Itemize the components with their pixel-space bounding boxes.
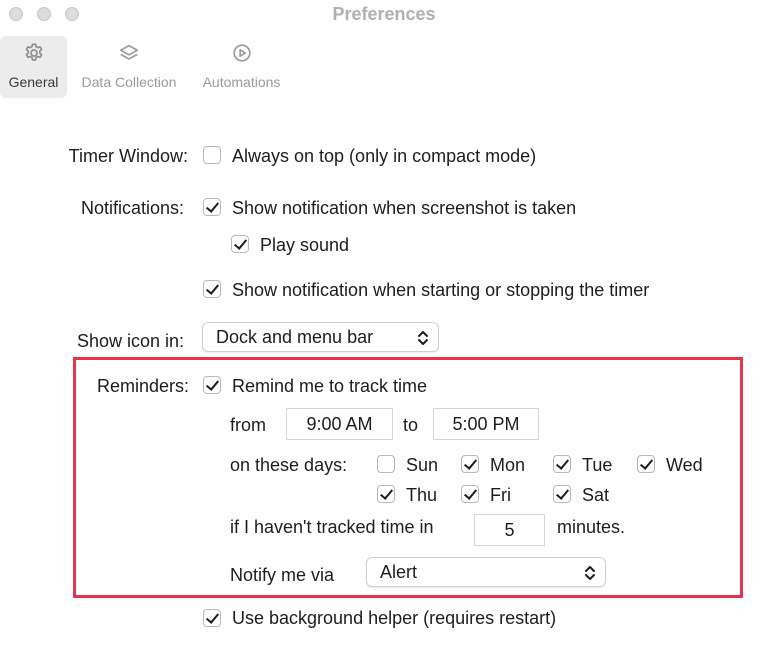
day-label-tue: Tue (582, 455, 613, 475)
preferences-window: Preferences General Data Collection Auto… (0, 0, 768, 669)
notify-via-value: Alert (380, 562, 418, 582)
days-label: on these days: (230, 455, 348, 475)
gear-icon (25, 43, 42, 61)
play-circle-icon (232, 44, 251, 62)
timer-notification-label: Show notification when starting or stopp… (232, 280, 650, 300)
layers-icon (119, 44, 139, 60)
to-time-field[interactable]: 5:00 PM (433, 408, 539, 440)
show-icon-value: Dock and menu bar (216, 327, 374, 347)
day-checkbox-wed[interactable] (637, 455, 655, 473)
play-sound-label: Play sound (260, 235, 350, 255)
always-on-top-label: Always on top (only in compact mode) (232, 146, 537, 166)
tab-general-label: General (8, 74, 59, 90)
tab-automations-label: Automations (202, 74, 281, 90)
idle-time-label: if I haven't tracked time in (230, 517, 434, 537)
day-checkbox-sat[interactable] (553, 485, 571, 503)
notifications-label: Notifications: (80, 198, 184, 218)
day-label-wed: Wed (666, 455, 703, 475)
tab-data-collection-label: Data Collection (81, 74, 177, 90)
day-checkbox-thu[interactable] (377, 485, 395, 503)
from-time-field[interactable]: 9:00 AM (286, 408, 393, 440)
screenshot-notification-checkbox[interactable] (203, 198, 221, 216)
reminders-label: Reminders: (96, 376, 189, 396)
timer-notification-checkbox[interactable] (203, 280, 221, 298)
day-checkbox-fri[interactable] (461, 485, 479, 503)
background-helper-checkbox[interactable] (203, 609, 221, 627)
idle-minutes-field[interactable]: 5 (474, 514, 545, 546)
day-label-thu: Thu (406, 485, 438, 505)
play-sound-checkbox[interactable] (231, 235, 249, 253)
to-label: to (403, 415, 419, 435)
day-label-fri: Fri (490, 485, 511, 505)
window-title: Preferences (332, 4, 436, 24)
screenshot-notification-label: Show notification when screenshot is tak… (232, 198, 577, 218)
timer-window-label: Timer Window: (68, 146, 188, 166)
tab-automations[interactable]: Automations (192, 36, 291, 98)
day-label-mon: Mon (490, 455, 526, 475)
show-icon-popup[interactable]: Dock and menu bar (202, 322, 439, 352)
idle-minutes-unit: minutes. (557, 517, 626, 537)
title-bar: Preferences (0, 0, 768, 30)
remind-me-checkbox[interactable] (203, 376, 221, 394)
background-helper-label: Use background helper (requires restart) (232, 608, 557, 628)
day-checkbox-mon[interactable] (461, 455, 479, 473)
day-checkbox-tue[interactable] (553, 455, 571, 473)
chevron-up-down-icon (418, 331, 428, 345)
show-icon-label: Show icon in: (76, 331, 184, 351)
from-label: from (230, 415, 266, 435)
day-checkbox-sun[interactable] (377, 455, 395, 473)
day-label-sat: Sat (582, 485, 610, 505)
tab-data-collection[interactable]: Data Collection (71, 36, 187, 98)
chevron-up-down-icon (585, 566, 595, 580)
always-on-top-checkbox[interactable] (203, 146, 221, 164)
day-label-sun: Sun (406, 455, 439, 475)
tab-general[interactable]: General (0, 36, 67, 98)
remind-me-label: Remind me to track time (232, 376, 428, 396)
notify-via-popup[interactable]: Alert (366, 557, 606, 587)
notify-via-label: Notify me via (230, 565, 335, 585)
